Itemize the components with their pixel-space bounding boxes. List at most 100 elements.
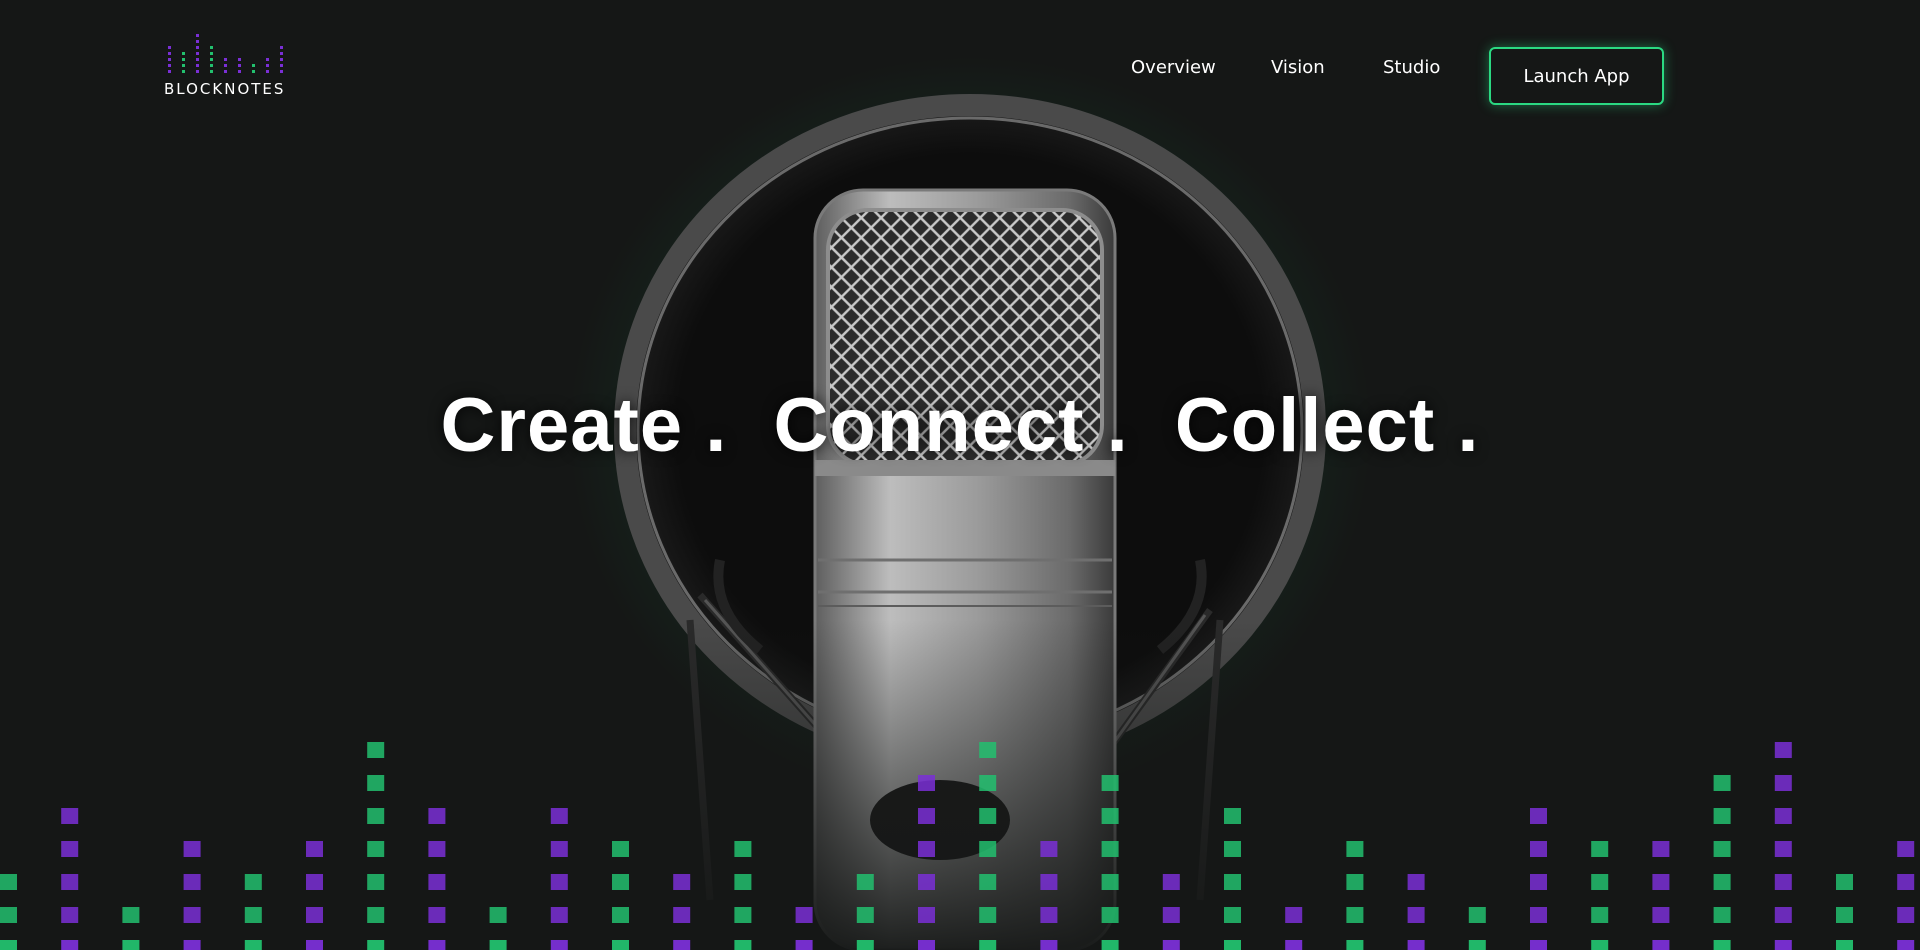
equalizer-block [306, 940, 323, 950]
equalizer-block [979, 841, 997, 857]
logo[interactable]: BLOCKNOTES [164, 32, 298, 102]
equalizer-block [489, 940, 507, 950]
equalizer-block [918, 841, 935, 857]
equalizer-block [1224, 841, 1241, 857]
equalizer-block [1530, 874, 1547, 890]
equalizer-block [1346, 874, 1364, 890]
equalizer-block [673, 874, 691, 890]
equalizer-logo-icon [168, 34, 283, 73]
nav-studio[interactable]: Studio [1383, 57, 1440, 78]
equalizer-block [244, 940, 262, 950]
equalizer-block [122, 940, 140, 950]
launch-app-button[interactable]: Launch App [1489, 47, 1664, 105]
equalizer-block [795, 940, 813, 950]
equalizer-block [1101, 808, 1119, 824]
equalizer-block [1101, 940, 1119, 950]
equalizer-block [1774, 742, 1792, 758]
equalizer-block [1040, 940, 1058, 950]
equalizer-block [1591, 940, 1609, 950]
equalizer-block [1897, 940, 1915, 950]
equalizer-block [673, 940, 691, 950]
equalizer-block [550, 940, 568, 950]
equalizer-block [1040, 874, 1058, 890]
equalizer-block [1774, 808, 1792, 824]
equalizer-block [550, 874, 568, 890]
equalizer-block [795, 907, 813, 923]
equalizer-block [428, 874, 446, 890]
equalizer-block [1346, 841, 1364, 857]
equalizer-block [1346, 907, 1364, 923]
equalizer-block [1836, 940, 1853, 950]
equalizer-block [612, 841, 629, 857]
equalizer-block [1407, 874, 1425, 890]
equalizer-block [1101, 907, 1119, 923]
headline-word: Create . [440, 383, 728, 468]
equalizer-block [183, 940, 201, 950]
equalizer-block [61, 874, 79, 890]
equalizer-block [1101, 874, 1119, 890]
equalizer-block [489, 907, 507, 923]
equalizer-block [1285, 907, 1303, 923]
equalizer-block [1774, 874, 1792, 890]
equalizer-block [1774, 841, 1792, 857]
equalizer-block [1040, 841, 1058, 857]
equalizer-block [918, 907, 935, 923]
equalizer-block [734, 940, 752, 950]
equalizer-block [918, 874, 935, 890]
equalizer-block [1530, 808, 1547, 824]
equalizer-block [1713, 874, 1731, 890]
equalizer-block [979, 940, 997, 950]
equalizer-block [1652, 841, 1670, 857]
equalizer-block [367, 841, 385, 857]
equalizer-block [367, 742, 385, 758]
equalizer-block [1530, 940, 1547, 950]
equalizer-block [612, 907, 629, 923]
equalizer-block [1162, 907, 1180, 923]
equalizer-block [367, 874, 385, 890]
equalizer-block [1774, 907, 1792, 923]
equalizer-block [0, 940, 17, 950]
equalizer-block [367, 907, 385, 923]
equalizer-block [428, 808, 446, 824]
equalizer-block [428, 940, 446, 950]
equalizer-block [183, 841, 201, 857]
equalizer-block [979, 742, 997, 758]
equalizer-block [1591, 841, 1609, 857]
equalizer-block [734, 907, 752, 923]
equalizer-block [1407, 907, 1425, 923]
equalizer-block [183, 874, 201, 890]
equalizer-block [367, 940, 385, 950]
equalizer-bars [0, 742, 1915, 950]
equalizer-block [367, 775, 385, 791]
equalizer-block [306, 841, 323, 857]
equalizer-block [428, 841, 446, 857]
equalizer-block [1530, 907, 1547, 923]
equalizer-block [1162, 940, 1180, 950]
nav-overview[interactable]: Overview [1131, 57, 1216, 78]
equalizer-block [1713, 808, 1731, 824]
equalizer-block [306, 907, 323, 923]
nav-vision[interactable]: Vision [1271, 57, 1325, 78]
equalizer-block [856, 940, 874, 950]
equalizer-block [1713, 940, 1731, 950]
equalizer-block [734, 841, 752, 857]
equalizer-block [0, 874, 17, 890]
equalizer-block [244, 874, 262, 890]
equalizer-block [1652, 874, 1670, 890]
equalizer-block [1897, 841, 1915, 857]
equalizer-block [1101, 775, 1119, 791]
equalizer-block [1713, 907, 1731, 923]
equalizer-block [1591, 874, 1609, 890]
headline-word: Collect . [1174, 383, 1480, 468]
equalizer-block [306, 874, 323, 890]
equalizer-block [918, 808, 935, 824]
equalizer-block [550, 907, 568, 923]
equalizer-block [1346, 940, 1364, 950]
equalizer-block [0, 907, 17, 923]
equalizer-block [550, 808, 568, 824]
equalizer-block [1836, 874, 1853, 890]
hero-headline: Create . Connect . Collect . [0, 382, 1920, 469]
equalizer-block [550, 841, 568, 857]
equalizer-block [612, 874, 629, 890]
equalizer-block [1897, 874, 1915, 890]
